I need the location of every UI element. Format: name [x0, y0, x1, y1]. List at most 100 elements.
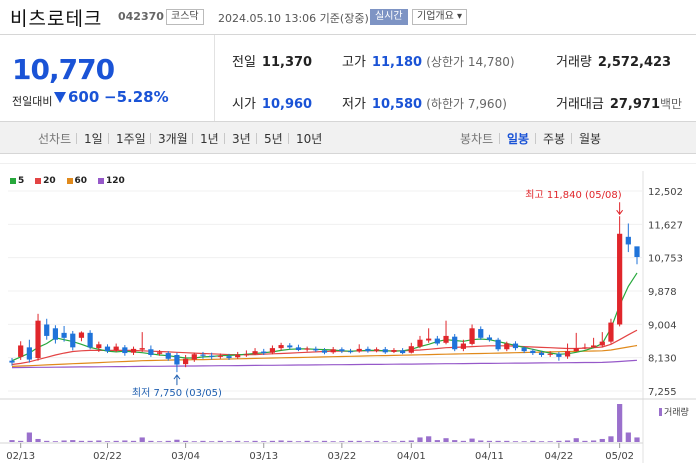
candle-down [339, 349, 345, 352]
upper-limit: (상한가 14,780) [426, 55, 515, 69]
tab-monthly[interactable]: 월봉 [579, 130, 601, 147]
divider [571, 133, 572, 144]
volume-bar [139, 437, 145, 442]
tab-daily[interactable]: 일봉 [507, 130, 529, 147]
volume-bar [321, 440, 328, 442]
volume-bar [261, 441, 267, 442]
candle-down [226, 356, 232, 359]
x-tick-label: 04/11 [475, 451, 504, 462]
volume-bar [313, 441, 319, 442]
volume-bar [78, 440, 85, 442]
price-chart[interactable]: 12,502 11,627 10,753 9,878 9,004 8,130 7,255 02… [0, 163, 696, 463]
trade-value: 거래대금 27,971백만 [556, 93, 682, 112]
volume-bar [96, 440, 102, 442]
trade-value-amount: 27,971 [609, 97, 661, 112]
volume-bar [426, 436, 432, 442]
volume-bar [504, 440, 510, 442]
candle-up [113, 346, 119, 351]
y-tick-label: 9,004 [648, 320, 677, 331]
candle-up [78, 332, 85, 338]
candle-down [200, 354, 206, 356]
ma120-line [11, 359, 638, 369]
low-label: 저가 [342, 97, 366, 112]
volume-bar [573, 438, 579, 442]
candle-down [87, 332, 93, 348]
candle-up [617, 233, 623, 325]
tab-10y[interactable]: 10년 [296, 130, 322, 147]
tab-1d[interactable]: 1일 [84, 130, 103, 147]
tab-3m[interactable]: 3개월 [158, 130, 188, 147]
company-overview-button[interactable]: 기업개요 ▾ [412, 9, 468, 25]
tab-weekly[interactable]: 주봉 [543, 130, 565, 147]
volume-bar [625, 432, 631, 442]
volume-bar [408, 440, 414, 442]
realtime-button[interactable]: 실시간 [370, 9, 408, 25]
change-value: 600 [68, 88, 100, 106]
stock-header: 비츠로테크 042370 코스닥 2024.05.10 13:06 기준(장중)… [0, 0, 696, 34]
low-value: 10,580 [371, 97, 423, 112]
candle-down [61, 332, 67, 338]
volume-bar [530, 440, 536, 442]
volume-bar [174, 439, 180, 442]
volume-bars [9, 404, 640, 442]
divider [499, 133, 500, 144]
market-badge: 코스닥 [166, 9, 204, 25]
candle-up [590, 345, 597, 348]
candle-up [573, 348, 579, 352]
volume-bar [235, 440, 241, 442]
tab-line-chart[interactable]: 선차트 [38, 130, 71, 147]
volume-bar [495, 440, 501, 442]
candle-down [9, 360, 15, 363]
volume-bar [634, 437, 640, 442]
volume: 거래량 2,572,423 [556, 51, 671, 70]
chart-tabs: 선차트 1일 1주일 3개월 1년 3년 5년 10년 봉차트 일봉 주봉 월봉 [0, 122, 696, 154]
volume-bar [330, 441, 336, 442]
volume-bar [295, 441, 302, 442]
candle-down [287, 345, 293, 348]
candle-down [209, 355, 215, 357]
x-tick-label: 02/13 [6, 451, 35, 462]
tab-1y[interactable]: 1년 [200, 130, 219, 147]
high-value: 11,180 [371, 55, 423, 70]
divider [256, 133, 257, 144]
tab-3y[interactable]: 3년 [232, 130, 251, 147]
volume-bar [365, 441, 371, 442]
volume-bar [373, 440, 380, 442]
volume-bar [512, 441, 519, 442]
volume-bar [209, 441, 215, 442]
low: 저가 10,580 (하한가 7,960) [342, 93, 507, 112]
candle-up [504, 343, 510, 350]
tab-5y[interactable]: 5년 [264, 130, 283, 147]
volume-bar [243, 441, 249, 442]
tab-candle-chart[interactable]: 봉차트 [460, 130, 493, 147]
candle-down [313, 348, 319, 351]
candle-up [139, 348, 145, 350]
volume-bar [104, 441, 111, 442]
price-summary: 10,770 전일대비 600 −5.28% 전일 11,370 고가 11,180… [0, 34, 696, 122]
candle-down [495, 339, 501, 350]
tab-1w[interactable]: 1주일 [116, 130, 146, 147]
volume-bar [278, 440, 284, 442]
volume-label: 거래량 [664, 406, 689, 418]
volume-bar [252, 440, 258, 442]
volume-bar [26, 432, 32, 442]
trade-value-label: 거래대금 [556, 97, 604, 112]
down-arrow-icon [54, 92, 66, 103]
candle-down [347, 351, 354, 353]
volume-bar [18, 440, 24, 442]
candle-up [356, 348, 362, 352]
candle-down [70, 333, 76, 348]
change-percent: −5.28% [104, 88, 169, 106]
candle-up [408, 346, 414, 353]
candle-up [35, 320, 41, 359]
x-tick-label: 05/02 [605, 451, 634, 462]
candle-up [460, 343, 466, 349]
candle-down [44, 324, 50, 336]
volume-bar [556, 440, 562, 442]
y-tick-label: 12,502 [648, 187, 683, 198]
x-tick-label: 03/13 [249, 451, 278, 462]
candle-down [148, 349, 154, 355]
high-annotation: 최고 11,840 (05/08) [525, 189, 621, 201]
candle-up [156, 352, 163, 354]
high: 고가 11,180 (상한가 14,780) [342, 51, 515, 70]
